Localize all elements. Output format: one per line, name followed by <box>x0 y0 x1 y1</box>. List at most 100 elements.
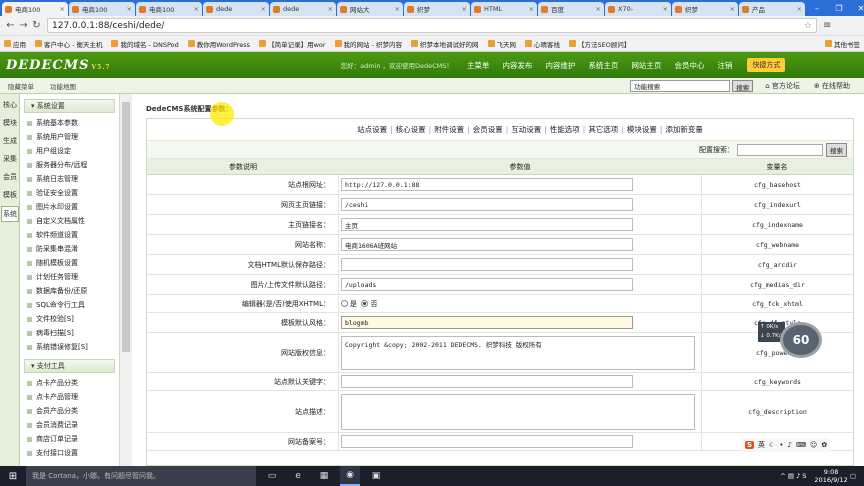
sidebar-item[interactable]: 自定义文档属性 <box>20 214 119 228</box>
mic-icon[interactable]: ♪ <box>787 441 791 449</box>
sogou-icon[interactable]: S <box>745 441 755 449</box>
sidebar-scrollbar[interactable] <box>120 94 132 466</box>
notification-icon[interactable]: ▢ <box>850 472 856 480</box>
bookmark-item[interactable]: 【方法SEO顾问】 <box>569 39 630 49</box>
minimize-icon[interactable]: – <box>806 4 828 13</box>
sidebar-item[interactable]: 病毒扫描[S] <box>20 326 119 340</box>
browser-tab[interactable]: 百度 × <box>538 2 604 16</box>
clock[interactable]: 9:08 2016/9/12 <box>814 468 847 484</box>
close-icon[interactable]: × <box>663 5 668 13</box>
side-tab-module[interactable]: 模块 <box>1 116 19 130</box>
nav-main-menu[interactable]: 主菜单 <box>467 60 490 71</box>
ime-lang[interactable]: 英 <box>758 440 765 450</box>
bookmark-item[interactable]: 我的网站 - 织梦内容 <box>334 39 402 49</box>
keywords-input[interactable] <box>341 375 633 388</box>
browser-tab[interactable]: 电商100 × <box>136 2 202 16</box>
close-icon[interactable]: × <box>730 5 735 13</box>
sidebar-group-payment-tools[interactable]: ▾ 支付工具 <box>24 359 115 373</box>
explorer-icon[interactable]: ▦ <box>314 466 334 486</box>
sidebar-item[interactable]: 点卡产品分类 <box>20 376 119 390</box>
nav-member-center[interactable]: 会员中心 <box>674 60 704 71</box>
volume-icon[interactable]: ♪ <box>796 472 800 480</box>
bookmark-item[interactable]: 应用 <box>4 39 26 49</box>
basehost-input[interactable]: http://127.0.0.1:88 <box>341 178 633 191</box>
nav-publish[interactable]: 内容发布 <box>502 60 532 71</box>
close-icon[interactable]: × <box>797 5 802 13</box>
sidebar-item[interactable]: 商店订单记录 <box>20 432 119 446</box>
help-link[interactable]: ⊕ 在线帮助 <box>814 81 850 91</box>
bookmark-item[interactable]: 飞天网 <box>487 39 516 49</box>
side-tab-system[interactable]: 系统 <box>1 206 19 222</box>
description-textarea[interactable] <box>341 393 695 430</box>
maximize-icon[interactable]: ❐ <box>828 4 850 13</box>
tab-interaction-settings[interactable]: 互动设置 <box>511 124 541 135</box>
reload-icon[interactable]: ↻ <box>30 20 43 31</box>
sidebar-item[interactable]: 计划任务管理 <box>20 270 119 284</box>
xhtml-no-radio[interactable] <box>361 300 369 307</box>
hide-menu-link[interactable]: 隐藏菜单 <box>8 81 34 91</box>
sidebar-item[interactable]: 数据库备份/还原 <box>20 284 119 298</box>
sidebar-item[interactable]: 随机模板设置 <box>20 256 119 270</box>
speed-badge[interactable]: 60 <box>780 322 822 358</box>
tab-site-settings[interactable]: 站点设置 <box>357 124 387 135</box>
tab-attachment-settings[interactable]: 附件设置 <box>434 124 464 135</box>
indexurl-input[interactable]: /ceshi <box>341 198 633 211</box>
close-icon[interactable]: × <box>194 5 199 13</box>
sidebar-item[interactable]: SQL命令行工具 <box>20 298 119 312</box>
nav-maintain[interactable]: 内容维护 <box>545 60 575 71</box>
sidebar-item[interactable]: 系统错误修复[S] <box>20 340 119 354</box>
sidebar-item[interactable]: 会员产品分类 <box>20 404 119 418</box>
keyboard-icon[interactable]: ⌨ <box>796 441 806 449</box>
browser-tab[interactable]: 电商100 × <box>2 2 68 16</box>
browser-tab[interactable]: 织梦 × <box>672 2 738 16</box>
sidebar-item[interactable]: 文件校验[S] <box>20 312 119 326</box>
sidebar-group-system-settings[interactable]: ▾ 系统设置 <box>24 99 115 113</box>
bookmark-item[interactable]: 心晴客栈 <box>525 39 560 49</box>
sidebar-item[interactable]: 用户组设定 <box>20 144 119 158</box>
edge-icon[interactable]: e <box>288 466 308 486</box>
side-tab-collect[interactable]: 采集 <box>1 152 19 166</box>
tray-up-icon[interactable]: ^ <box>780 472 785 480</box>
forum-link[interactable]: ⌂ 官方论坛 <box>765 81 800 91</box>
close-window-icon[interactable]: ✕ <box>850 4 864 13</box>
dot-icon[interactable]: • <box>779 441 783 449</box>
tab-module-settings[interactable]: 模块设置 <box>627 124 657 135</box>
app-icon[interactable]: ▣ <box>366 466 386 486</box>
bookmark-star-icon[interactable]: ☆ <box>804 21 812 31</box>
url-input[interactable]: 127.0.0.1:88/ceshi/dede/ ☆ <box>47 18 817 33</box>
close-icon[interactable]: × <box>462 5 467 13</box>
powerby-textarea[interactable]: Copyright &copy; 2002-2011 DEDECMS. 织梦科技… <box>341 335 695 370</box>
close-icon[interactable]: × <box>60 5 65 13</box>
tab-performance[interactable]: 性能选项 <box>550 124 580 135</box>
browser-tab[interactable]: dede × <box>270 2 336 16</box>
side-tab-member[interactable]: 会员 <box>1 170 19 184</box>
beian-input[interactable] <box>341 435 633 448</box>
indexname-input[interactable]: 主页 <box>341 218 633 231</box>
windows-start-icon[interactable]: ⊞ <box>0 471 26 482</box>
close-icon[interactable]: × <box>261 5 266 13</box>
sidebar-item[interactable]: 软件频道设置 <box>20 228 119 242</box>
medias-dir-input[interactable]: /uploads <box>341 278 633 291</box>
close-icon[interactable]: × <box>596 5 601 13</box>
sidebar-item[interactable]: 系统用户管理 <box>20 130 119 144</box>
browser-menu-icon[interactable]: ≡ <box>823 20 831 31</box>
df-style-input[interactable]: blogmb <box>341 316 633 329</box>
function-search-input[interactable]: 功能搜索 <box>630 79 731 92</box>
browser-tab[interactable]: 产品 × <box>739 2 805 16</box>
sidebar-item[interactable]: 会员消费记录 <box>20 418 119 432</box>
function-search-button[interactable]: 搜索 <box>732 79 754 92</box>
browser-tab[interactable]: HTML × <box>471 2 537 16</box>
sidebar-item[interactable]: 验证安全设置 <box>20 186 119 200</box>
tab-member-settings[interactable]: 会员设置 <box>473 124 503 135</box>
bookmark-item[interactable]: 织梦本地调试好的网 <box>411 39 479 49</box>
moon-icon[interactable]: ☾ <box>769 441 775 449</box>
arcdir-input[interactable] <box>341 258 633 271</box>
browser-tab[interactable]: 织梦 × <box>404 2 470 16</box>
user-icon[interactable]: ☺ <box>810 441 817 449</box>
side-tab-generate[interactable]: 生成 <box>1 134 19 148</box>
sidebar-item[interactable]: 系统基本参数 <box>20 116 119 130</box>
browser-tab[interactable]: X70- × <box>605 2 671 16</box>
browser-tab[interactable]: 网站大 × <box>337 2 403 16</box>
skin-icon[interactable]: ✿ <box>821 441 827 449</box>
sidebar-item[interactable]: 支付接口设置 <box>20 446 119 460</box>
